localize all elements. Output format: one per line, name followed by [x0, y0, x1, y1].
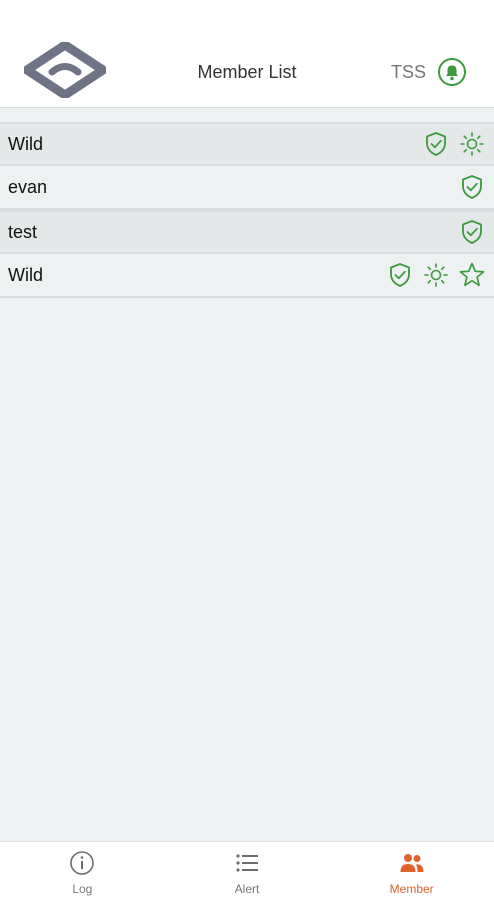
tab-member[interactable]: Member	[329, 842, 494, 900]
shield-check-icon	[458, 173, 486, 201]
member-status-icons	[386, 261, 486, 289]
star-icon	[458, 261, 486, 289]
tab-label: Member	[389, 882, 434, 896]
member-status-icons	[458, 218, 486, 246]
member-name: evan	[8, 176, 48, 197]
people-icon	[399, 850, 425, 876]
shield-check-icon	[458, 218, 486, 246]
member-name: Wild	[8, 133, 43, 154]
bottom-tab-bar: Log Alert Member	[0, 841, 494, 900]
tab-label: Log	[72, 882, 93, 896]
member-row[interactable]: evan	[0, 166, 494, 210]
org-label: TSS	[390, 62, 426, 82]
member-row[interactable]: test	[0, 210, 494, 254]
app-header: Member List TSS	[0, 0, 494, 108]
bell-icon[interactable]	[437, 57, 467, 87]
sun-icon	[458, 130, 486, 158]
member-status-icons	[458, 173, 486, 201]
info-icon	[69, 850, 95, 876]
member-list: Wild evan test Wild	[0, 122, 494, 298]
member-name: test	[8, 221, 38, 242]
tab-log[interactable]: Log	[0, 842, 165, 900]
shield-check-icon	[386, 261, 414, 289]
tab-label: Alert	[234, 882, 260, 896]
member-name: Wild	[8, 264, 43, 285]
shield-check-icon	[422, 130, 450, 158]
member-row[interactable]: Wild	[0, 254, 494, 298]
list-icon	[234, 850, 260, 876]
sun-icon	[422, 261, 450, 289]
member-status-icons	[422, 130, 486, 158]
tab-alert[interactable]: Alert	[165, 842, 330, 900]
member-row[interactable]: Wild	[0, 122, 494, 166]
